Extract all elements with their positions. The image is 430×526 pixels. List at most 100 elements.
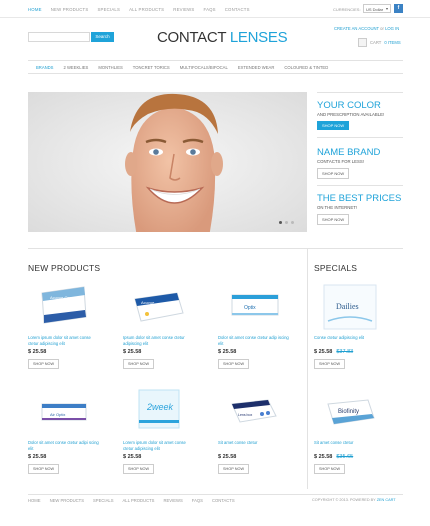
product-image[interactable]: Biofinity bbox=[314, 388, 386, 436]
shop-now-button[interactable]: SHOP NOW bbox=[28, 359, 60, 369]
product-name-link[interactable]: Sit amet conse ctetur bbox=[218, 440, 290, 452]
product-image[interactable]: Optix bbox=[218, 283, 290, 331]
product-name-link[interactable]: Sit amet conse ctetur bbox=[314, 440, 386, 452]
top-nav-faqs[interactable]: FAQS bbox=[203, 7, 215, 12]
slider-dot[interactable] bbox=[285, 221, 288, 224]
top-nav-home[interactable]: HOME bbox=[28, 7, 42, 12]
promo-title: THE BEST PRICES bbox=[317, 193, 402, 204]
footer-nav-specials[interactable]: SPECIALS bbox=[93, 498, 113, 503]
product-price: $ 25.58 bbox=[28, 454, 47, 460]
column-divider bbox=[307, 249, 308, 489]
main-nav-torics[interactable]: TONCRET TORICS bbox=[133, 65, 170, 70]
product-price: $ 25.58 $35.65 bbox=[314, 454, 386, 460]
shop-now-button[interactable]: SHOP NOW bbox=[218, 359, 250, 369]
product-name-link[interactable]: Dolor sit amet conse ctetur adip iscing … bbox=[218, 335, 290, 347]
product-price: $ 25.58 $37.83 bbox=[314, 349, 386, 355]
new-products-title: NEW PRODUCTS bbox=[28, 263, 101, 273]
hero-slider[interactable] bbox=[28, 92, 307, 232]
currency-select[interactable]: US Dollar bbox=[363, 4, 391, 13]
product-name-link[interactable]: Ipsum dolor sit amet conse ctetur adipis… bbox=[123, 335, 195, 347]
shop-now-button[interactable]: SHOP NOW bbox=[123, 359, 155, 369]
footer-nav-contacts[interactable]: CONTACTS bbox=[212, 498, 235, 503]
powered-by-link[interactable]: ZEN CART bbox=[377, 498, 396, 502]
footer-nav-home[interactable]: HOME bbox=[28, 498, 41, 503]
special-price: $ 25.58 bbox=[314, 454, 333, 460]
product-name-link[interactable]: Dolor sit amet conse ctetur adipi scing … bbox=[28, 440, 100, 452]
shop-now-button[interactable]: SHOP NOW bbox=[123, 464, 155, 474]
account-links: CREATE AN ACCOUNT or LOG IN bbox=[334, 26, 400, 31]
top-nav-all-products[interactable]: ALL PRODUCTS bbox=[129, 7, 164, 12]
slider-dots bbox=[279, 221, 294, 224]
promo-subtitle: AND PRESCRIPTION AVAILABLE! bbox=[317, 112, 385, 117]
top-nav-specials[interactable]: SPECIALS bbox=[97, 7, 120, 12]
product-price: $ 25.58 bbox=[218, 454, 237, 460]
brand-label: 2week bbox=[146, 402, 174, 412]
search-button[interactable]: Search bbox=[91, 32, 114, 42]
cart[interactable]: CART 0 ITEMS bbox=[358, 38, 401, 47]
promo-shop-now-button[interactable]: SHOP NOW bbox=[317, 168, 350, 179]
main-nav-coloured[interactable]: COLOURED & TINTED bbox=[284, 65, 328, 70]
promo-best-prices: THE BEST PRICES ON THE INTERNET! SHOP NO… bbox=[317, 186, 403, 232]
promo-title: YOUR COLOR bbox=[317, 100, 381, 111]
brand-label: Air Optix bbox=[50, 412, 65, 417]
product-name-link[interactable]: Lorem ipsum dolor sit amet conse ctetur … bbox=[123, 440, 195, 452]
facebook-icon[interactable]: f bbox=[394, 4, 403, 13]
login-link[interactable]: LOG IN bbox=[385, 26, 399, 31]
product-image[interactable]: Acuvue bbox=[123, 283, 195, 331]
section-divider bbox=[28, 248, 403, 249]
promo-shop-now-button[interactable]: SHOP NOW bbox=[317, 121, 350, 130]
brand-label: Acuvue Oasys bbox=[50, 295, 76, 300]
main-nav-2-weeklies[interactable]: 2 WEEKLIES bbox=[63, 65, 88, 70]
site-logo[interactable]: CONTACT LENSES bbox=[157, 29, 288, 46]
footer-nav-reviews[interactable]: REVIEWS bbox=[163, 498, 182, 503]
slider-dot[interactable] bbox=[291, 221, 294, 224]
footer-nav-new-products[interactable]: NEW PRODUCTS bbox=[50, 498, 84, 503]
product-card[interactable]: Acuvue Oasys Lorem ipsum dolor sit amet … bbox=[28, 283, 100, 369]
search-input[interactable] bbox=[28, 32, 90, 42]
specials-title: SPECIALS bbox=[314, 263, 358, 273]
shop-now-button[interactable]: SHOP NOW bbox=[28, 464, 60, 474]
copyright-text: COPYRIGHT © 2013. POWERED BY bbox=[312, 498, 377, 502]
product-card[interactable]: Air Optix Dolor sit amet conse ctetur ad… bbox=[28, 388, 100, 474]
product-card[interactable]: Acuvue Ipsum dolor sit amet conse ctetur… bbox=[123, 283, 195, 369]
main-nav-brands[interactable]: BRANDS bbox=[36, 65, 53, 70]
top-nav-reviews[interactable]: REVIEWS bbox=[173, 7, 194, 12]
product-image[interactable]: Acuvue Oasys bbox=[28, 283, 100, 331]
cart-count: 0 ITEMS bbox=[384, 40, 401, 45]
slider-dot[interactable] bbox=[279, 221, 282, 224]
copyright: COPYRIGHT © 2013. POWERED BY ZEN CART bbox=[312, 498, 396, 502]
product-image[interactable]: Lens box bbox=[218, 388, 290, 436]
shop-now-button[interactable]: SHOP NOW bbox=[314, 464, 346, 474]
product-price: $ 25.58 bbox=[28, 349, 47, 355]
footer-nav-faqs[interactable]: FAQS bbox=[192, 498, 203, 503]
main-nav-extended-wear[interactable]: EXTENDED WEAR bbox=[238, 65, 275, 70]
product-card[interactable]: Optix Dolor sit amet conse ctetur adip i… bbox=[218, 283, 290, 369]
product-image[interactable]: Dailies bbox=[314, 283, 386, 331]
product-card[interactable]: 2week Lorem ipsum dolor sit amet conse c… bbox=[123, 388, 195, 474]
shop-now-button[interactable]: SHOP NOW bbox=[218, 464, 250, 474]
product-image[interactable]: 2week bbox=[123, 388, 195, 436]
product-name-link[interactable]: Conse ctetur adipiscing elit bbox=[314, 335, 386, 347]
top-nav-new-products[interactable]: NEW PRODUCTS bbox=[51, 7, 89, 12]
main-nav-monthlies[interactable]: MONTHLIES bbox=[98, 65, 122, 70]
logo-main: CONTACT bbox=[157, 29, 230, 46]
special-product-card[interactable]: Biofinity Sit amet conse ctetur $ 25.58 $… bbox=[314, 388, 386, 474]
footer-nav-all-products[interactable]: ALL PRODUCTS bbox=[122, 498, 154, 503]
brand-label: Lens box bbox=[238, 413, 252, 417]
product-image[interactable]: Air Optix bbox=[28, 388, 100, 436]
brand-label: Optix bbox=[244, 305, 256, 311]
shop-now-button[interactable]: SHOP NOW bbox=[314, 359, 346, 369]
brand-label: Dailies bbox=[336, 302, 359, 311]
create-account-link[interactable]: CREATE AN ACCOUNT bbox=[334, 26, 379, 31]
promo-shop-now-button[interactable]: SHOP NOW bbox=[317, 214, 350, 225]
promo-name-brand: NAME BRAND CONTACTS FOR LESS! SHOP NOW bbox=[317, 138, 403, 186]
logo-accent: LENSES bbox=[229, 29, 288, 46]
product-name-link[interactable]: Lorem ipsum dolor sit amet conse ctetur … bbox=[28, 335, 100, 347]
main-nav-multifocals[interactable]: MULTIFOCALS/BIFOCAL bbox=[180, 65, 228, 70]
currency-value: US Dollar bbox=[366, 7, 384, 12]
top-nav: HOME NEW PRODUCTS SPECIALS ALL PRODUCTS … bbox=[28, 7, 250, 12]
product-card[interactable]: Lens box Sit amet conse ctetur $ 25.58 S… bbox=[218, 388, 290, 474]
top-nav-contacts[interactable]: CONTACTS bbox=[225, 7, 250, 12]
special-product-card[interactable]: Dailies Conse ctetur adipiscing elit $ 2… bbox=[314, 283, 386, 369]
product-price: $ 25.58 bbox=[123, 454, 142, 460]
